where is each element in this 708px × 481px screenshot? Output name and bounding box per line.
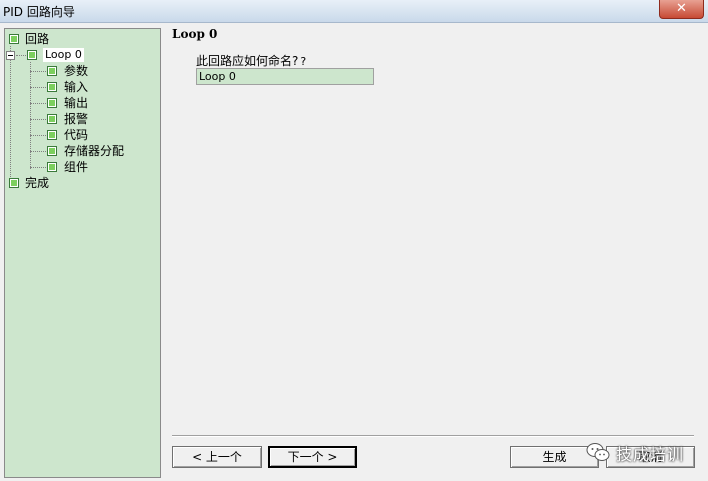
- question-label: 此回路应如何命名?: [196, 54, 299, 68]
- tree-item-label: Loop 0: [43, 48, 84, 62]
- green-square-icon: [47, 66, 57, 76]
- tree-connector: [30, 151, 46, 152]
- tree-connector: [30, 71, 46, 72]
- green-square-icon: [27, 50, 37, 60]
- tree-item-label: 组件: [64, 160, 89, 174]
- help-mark[interactable]: ?: [300, 55, 306, 68]
- window-title: PID 回路向导: [3, 5, 75, 19]
- page-heading: Loop 0: [172, 27, 218, 41]
- watermark: 技成培训: [586, 437, 706, 467]
- close-button[interactable]: ✕: [659, 0, 704, 19]
- green-square-icon: [9, 34, 19, 44]
- watermark-text: 技成培训: [616, 445, 685, 464]
- tree-connector: [30, 103, 46, 104]
- tree-item-label: 回路: [25, 32, 50, 46]
- green-square-icon: [9, 178, 19, 188]
- tree-item-label: 存储器分配: [64, 144, 125, 158]
- name-question: 此回路应如何命名??: [196, 52, 306, 69]
- tree-item-label: 参数: [64, 64, 89, 78]
- tree-item-label: 完成: [25, 176, 50, 190]
- loop-name-input[interactable]: [196, 68, 374, 85]
- tree-item-label: 输出: [64, 96, 89, 110]
- tree-connector: [30, 62, 31, 169]
- green-square-icon: [47, 146, 57, 156]
- close-icon: ✕: [676, 1, 687, 16]
- collapse-icon[interactable]: [6, 51, 15, 60]
- tree-connector: [30, 135, 46, 136]
- wechat-icon: [586, 443, 610, 461]
- green-square-icon: [47, 162, 57, 172]
- tree-connector: [30, 119, 46, 120]
- wizard-tree[interactable]: 回路 Loop 0 参数 输入 输出 报警 代码 存储器分配 组件 完成: [4, 28, 161, 478]
- next-button[interactable]: 下一个 >: [268, 446, 357, 468]
- title-bar: PID 回路向导: [0, 0, 708, 23]
- tree-item-label: 报警: [64, 112, 89, 126]
- tree-item-label: 输入: [64, 80, 89, 94]
- green-square-icon: [47, 98, 57, 108]
- green-square-icon: [47, 130, 57, 140]
- green-square-icon: [47, 82, 57, 92]
- green-square-icon: [47, 114, 57, 124]
- tree-connector: [30, 87, 46, 88]
- tree-connector: [10, 46, 11, 187]
- prev-button[interactable]: < 上一个: [172, 446, 262, 468]
- tree-connector: [30, 167, 46, 168]
- tree-item-label: 代码: [64, 128, 89, 142]
